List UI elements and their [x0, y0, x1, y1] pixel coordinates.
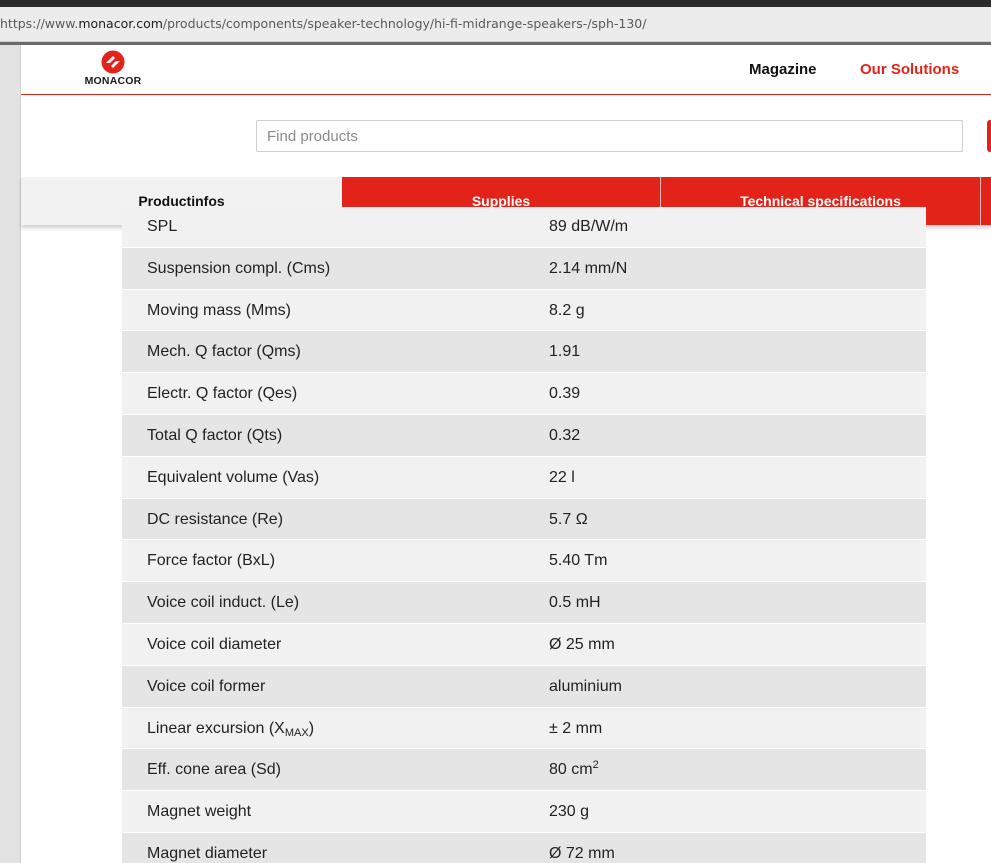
spec-value: 1.91 [549, 343, 581, 361]
spec-label: Magnet diameter [147, 844, 268, 862]
address-url[interactable]: https://www.monacor.com/products/compone… [0, 16, 646, 31]
spec-label: SPL [147, 218, 178, 235]
spec-label: Moving mass (Mms) [147, 301, 292, 319]
spec-label: DC resistance (Re) [147, 510, 284, 528]
table-row: Moving mass (Mms) 8.2 g [122, 289, 926, 332]
table-row: Eff. cone area (Sd) 80 cm2 [122, 749, 926, 792]
table-row: Force factor (BxL) 5.40 Tm [122, 540, 926, 583]
spec-label: Mech. Q factor (Qms) [147, 343, 301, 361]
technical-specifications-table: SPL 89 dB/W/m Suspension compl. (Cms) 2.… [122, 207, 926, 863]
spec-value: 5.7 Ω [549, 510, 588, 528]
table-row: Total Q factor (Qts) 0.32 [122, 414, 926, 457]
table-row: Mech. Q factor (Qms) 1.91 [122, 331, 926, 374]
table-row: Magnet weight 230 g [122, 791, 926, 833]
monacor-logo[interactable]: MONACOR [83, 50, 143, 90]
spec-label: Eff. cone area (Sd) [147, 761, 281, 779]
spec-value: aluminium [549, 677, 622, 695]
table-row: Suspension compl. (Cms) 2.14 mm/N [122, 247, 926, 290]
spec-value: 5.40 Tm [549, 552, 608, 570]
tab-more[interactable] [981, 177, 991, 225]
table-row: Electr. Q factor (Qes) 0.39 [122, 373, 926, 415]
site-header: MONACOR Magazine Our Solutions [21, 45, 991, 95]
spec-value: 8.2 g [549, 301, 585, 319]
browser-address-bar[interactable]: https://www.monacor.com/products/compone… [0, 7, 991, 42]
url-path: /products/components/speaker-technology/… [162, 16, 647, 31]
spec-value-superscript: 2 [592, 759, 599, 772]
spec-value: 0.32 [549, 426, 581, 444]
table-row: Equivalent volume (Vas) 22 l [122, 456, 926, 499]
table-row: Voice coil induct. (Le) 0.5 mH [122, 582, 926, 624]
monacor-logo-icon [101, 50, 125, 74]
nav-magazine-link[interactable]: Magazine [749, 61, 817, 78]
table-row: DC resistance (Re) 5.7 Ω [122, 498, 926, 541]
spec-value: 230 g [549, 803, 590, 821]
spec-value: Ø 72 mm [549, 844, 615, 862]
spec-label-subscript: MAX [284, 726, 309, 739]
spec-label: Magnet weight [147, 803, 252, 821]
spec-label: Total Q factor (Qts) [147, 426, 283, 444]
spec-label: Voice coil former [147, 677, 266, 695]
table-row: Voice coil former aluminium [122, 665, 926, 708]
spec-value: 80 cm2 [549, 749, 599, 791]
spec-value-main: 80 cm [549, 761, 593, 779]
spec-value: ± 2 mm [549, 719, 603, 737]
nav-our-solutions-link[interactable]: Our Solutions [860, 61, 959, 78]
spec-label: Voice coil induct. (Le) [147, 594, 300, 612]
url-prefix: https://www. [0, 16, 79, 31]
spec-value: 22 l [549, 468, 575, 486]
search-area [21, 96, 991, 177]
spec-value: 2.14 mm/N [549, 259, 628, 277]
spec-label: Voice coil diameter [147, 635, 282, 653]
spec-value: 0.5 mH [549, 594, 601, 612]
table-row: Magnet diameter Ø 72 mm [122, 832, 926, 863]
url-domain: monacor.com [78, 16, 163, 31]
spec-label-main: Linear excursion (X [147, 719, 285, 737]
spec-label-end: ) [308, 719, 315, 737]
spec-label: Equivalent volume (Vas) [147, 468, 320, 486]
search-button[interactable] [987, 120, 991, 152]
spec-value: Ø 25 mm [549, 635, 615, 653]
search-input[interactable] [256, 120, 963, 152]
page-left-gutter [0, 45, 21, 863]
logo-text: MONACOR [84, 75, 142, 87]
spec-label: Linear excursion (XMAX) [147, 708, 314, 750]
spec-value: 0.39 [549, 385, 581, 403]
spec-label: Suspension compl. (Cms) [147, 259, 331, 277]
spec-value: 89 dB/W/m [549, 218, 629, 235]
table-row: Voice coil diameter Ø 25 mm [122, 623, 926, 666]
table-row: SPL 89 dB/W/m [122, 207, 926, 248]
table-row: Linear excursion (XMAX) ± 2 mm [122, 707, 926, 750]
browser-top-strip [0, 0, 991, 7]
spec-label: Force factor (BxL) [147, 552, 276, 570]
spec-label: Electr. Q factor (Qes) [147, 385, 298, 403]
